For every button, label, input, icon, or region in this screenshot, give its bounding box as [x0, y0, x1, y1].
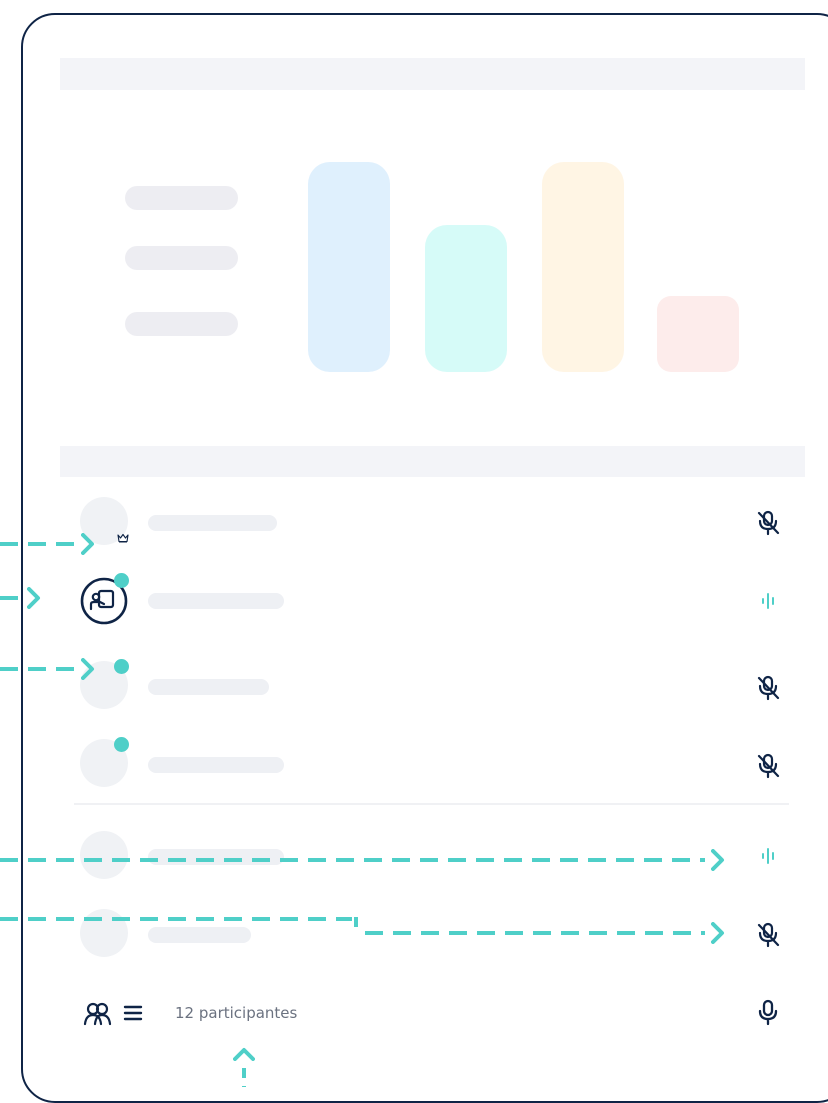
participant-name-placeholder: [148, 515, 277, 531]
annotation-arrow-muted-step: [354, 917, 358, 933]
legend-placeholder-3: [125, 312, 238, 336]
chart-bar: [542, 162, 624, 372]
section-header-placeholder: [60, 446, 805, 477]
participants-count: 12 participantes: [175, 1004, 298, 1022]
participant-avatar: [80, 831, 128, 879]
list-icon[interactable]: [122, 1003, 144, 1023]
list-divider: [74, 803, 789, 805]
app-panel: [21, 13, 828, 1103]
annotation-arrow-crown: [0, 542, 78, 546]
participants-icon[interactable]: [82, 1001, 114, 1027]
microphone-muted-icon[interactable]: [754, 920, 782, 950]
chevron-up-icon: [232, 1046, 256, 1062]
online-indicator: [114, 737, 129, 752]
online-indicator: [114, 659, 129, 674]
annotation-arrow-speaking: [0, 858, 705, 862]
chart-bar: [308, 162, 390, 372]
chevron-right-icon: [710, 921, 726, 945]
legend-placeholder-1: [125, 186, 238, 210]
audio-waveform-icon: [760, 592, 776, 610]
legend-placeholder-2: [125, 246, 238, 270]
participant-name-placeholder: [148, 927, 251, 943]
online-indicator: [114, 573, 129, 588]
chart-bar: [425, 225, 507, 372]
chevron-right-icon: [80, 657, 96, 681]
annotation-arrow-participants: [242, 1068, 246, 1087]
crown-icon: [116, 532, 130, 544]
header-placeholder: [60, 58, 805, 90]
participant-name-placeholder: [148, 593, 284, 609]
participant-name-placeholder: [148, 849, 284, 865]
participant-name-placeholder: [148, 679, 269, 695]
microphone-muted-icon[interactable]: [754, 751, 782, 781]
chevron-right-icon: [80, 532, 96, 556]
participant-name-placeholder: [148, 757, 284, 773]
annotation-arrow-muted: [365, 931, 705, 935]
chevron-right-icon: [26, 586, 42, 610]
chart-bar: [657, 296, 739, 372]
microphone-muted-icon[interactable]: [754, 673, 782, 703]
microphone-muted-icon[interactable]: [754, 508, 782, 538]
annotation-arrow-online: [0, 667, 78, 671]
audio-waveform-icon: [760, 847, 776, 865]
microphone-icon[interactable]: [756, 998, 780, 1028]
annotation-arrow-presenter: [0, 596, 18, 600]
annotation-arrow-muted-segment: [0, 917, 352, 921]
chevron-right-icon: [710, 848, 726, 872]
